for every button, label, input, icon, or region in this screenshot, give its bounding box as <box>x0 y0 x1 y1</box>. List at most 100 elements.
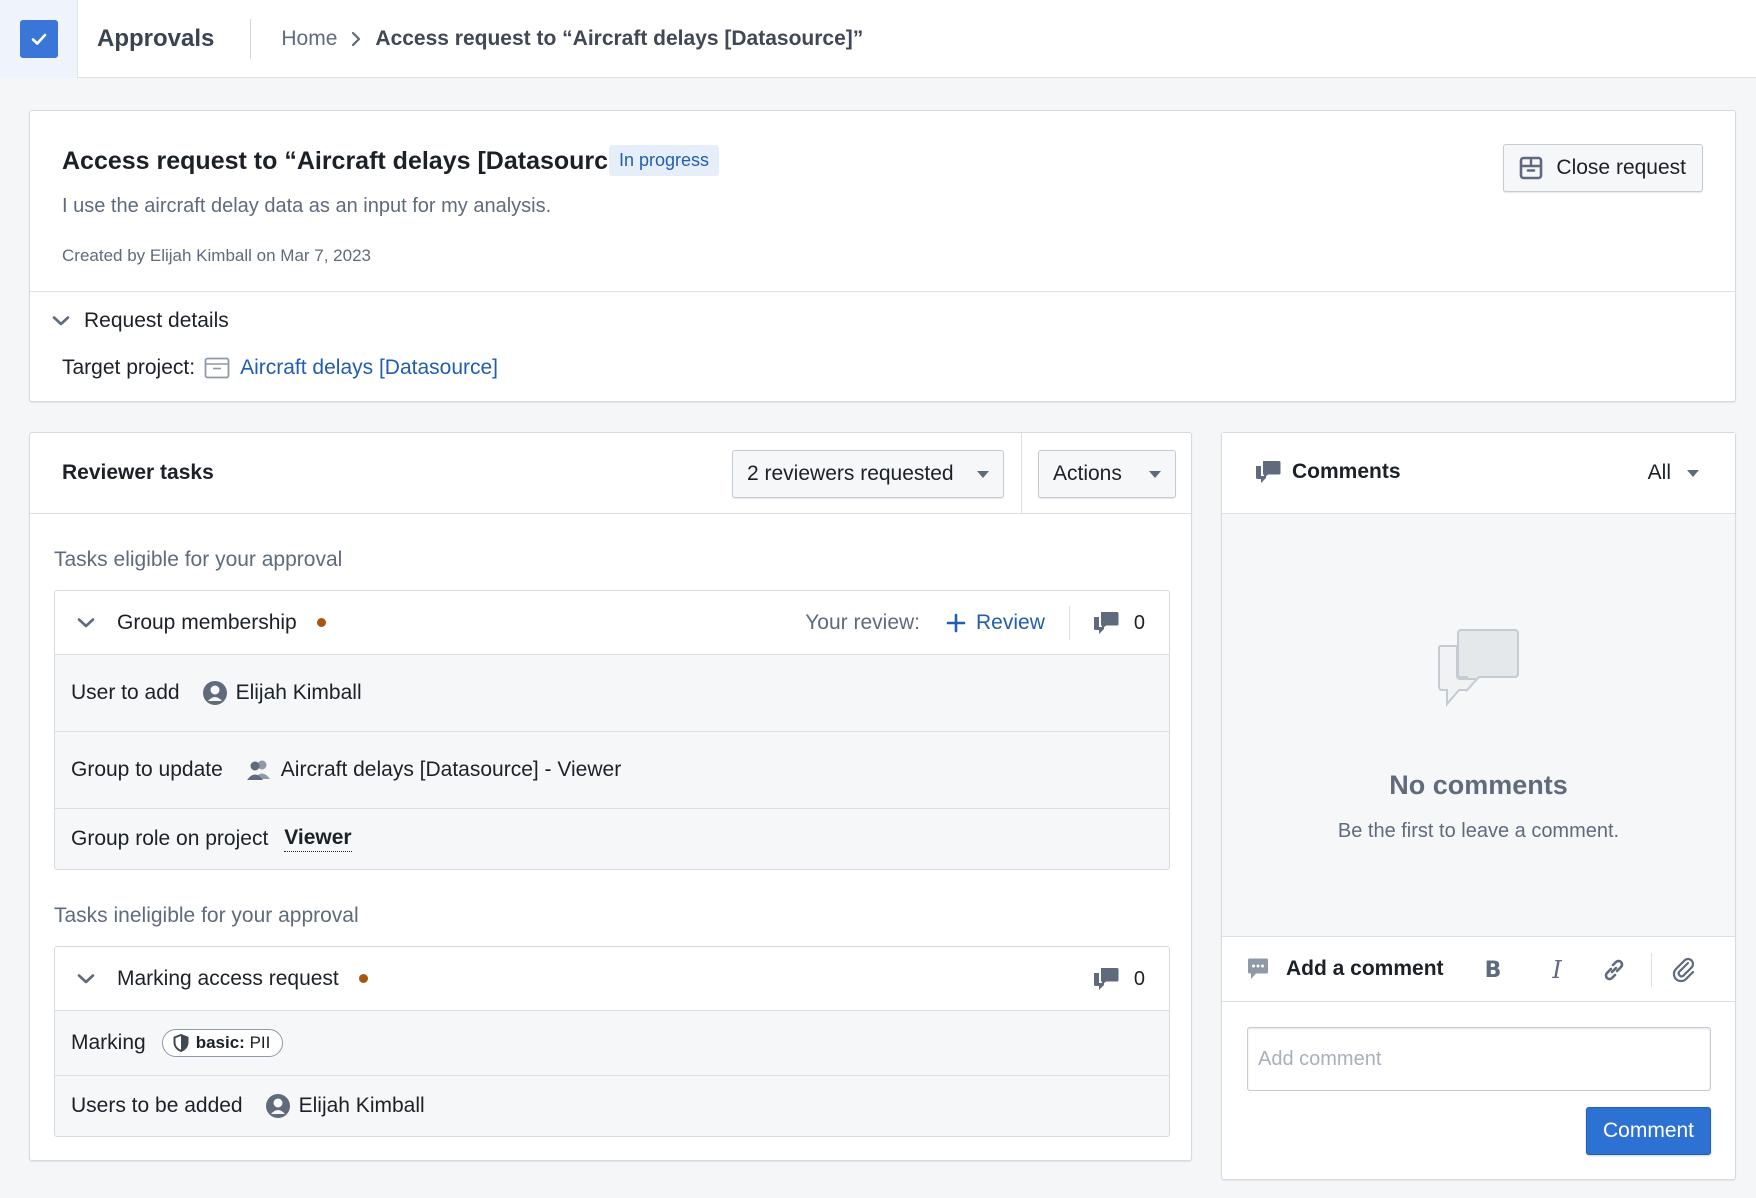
row-label: Marking <box>71 1031 146 1054</box>
target-project-link[interactable]: Aircraft delays [Datasource] <box>240 356 498 380</box>
reviewer-tasks-title: Reviewer tasks <box>62 461 214 484</box>
your-review-label: Your review: <box>805 611 921 634</box>
breadcrumb-home[interactable]: Home <box>281 27 337 51</box>
comment-input[interactable] <box>1247 1027 1711 1091</box>
row-label: Group role on project <box>71 827 269 850</box>
task-name: Marking access request <box>117 966 339 990</box>
italic-button[interactable]: I <box>1540 953 1574 987</box>
status-badge: In progress <box>609 145 720 176</box>
status-dot <box>358 974 368 983</box>
task-comments-button[interactable]: 0 <box>1092 966 1145 992</box>
actions-dropdown[interactable]: Actions <box>1038 450 1176 498</box>
app-title: Approvals <box>97 24 215 52</box>
comment-submit-button[interactable]: Comment <box>1586 1107 1711 1155</box>
breadcrumb-current: Access request to “Aircraft delays [Data… <box>375 26 864 50</box>
header-divider <box>1021 433 1022 514</box>
caret-down-icon <box>977 470 989 478</box>
link-icon <box>1604 959 1624 981</box>
divider <box>1068 606 1070 640</box>
caret-down-icon <box>1149 470 1161 478</box>
target-project-row: Target project: Aircraft delays [Datasou… <box>62 356 498 380</box>
comments-filter-dropdown[interactable]: All <box>1648 461 1699 485</box>
chevron-down-icon[interactable] <box>77 973 95 985</box>
marking-name: PII <box>244 1033 271 1052</box>
comments-card: Comments All No comments Be the first to… <box>1221 432 1736 1180</box>
divider <box>30 291 1735 292</box>
user-name: Elijah Kimball <box>235 681 362 704</box>
comments-filter-label: All <box>1647 461 1671 484</box>
link-button[interactable] <box>1597 953 1631 987</box>
chevron-down-icon <box>52 315 70 327</box>
comments-title-wrap: Comments <box>1254 459 1401 485</box>
reviewers-dropdown-label: 2 reviewers requested <box>747 462 954 485</box>
italic-icon: I <box>1552 956 1562 984</box>
bold-button[interactable]: B <box>1476 953 1510 987</box>
request-description: I use the aircraft delay data as an inpu… <box>62 195 552 217</box>
breadcrumb: Home Access request to “Aircraft delays … <box>281 27 863 51</box>
request-details-toggle[interactable]: Request details <box>52 309 229 333</box>
close-request-button[interactable]: Close request <box>1503 144 1703 192</box>
task-row-users-to-be-added: Users to be added Elijah Kimball <box>55 1076 1169 1136</box>
task-header: Group membership Your review: Review 0 <box>55 591 1169 655</box>
empty-subtitle: Be the first to leave a comment. <box>1337 820 1620 842</box>
task-row-group-to-update: Group to update Aircraft delays [Datasou… <box>55 732 1169 809</box>
comment-composer-toolbar: Add a comment B I <box>1222 937 1735 1002</box>
toolbar-divider <box>1651 953 1652 987</box>
task-comment-count: 0 <box>1133 967 1145 990</box>
bold-icon: B <box>1484 957 1502 983</box>
row-label: Group to update <box>71 758 223 781</box>
composer-title-wrap: Add a comment <box>1246 957 1444 981</box>
target-project-label: Target project: <box>62 356 196 379</box>
status-dot <box>316 618 326 627</box>
request-details-label: Request details <box>84 309 229 332</box>
row-value: Aircraft delays [Datasource] - Viewer <box>245 758 621 782</box>
comments-empty-icon <box>1437 628 1519 715</box>
actions-dropdown-label: Actions <box>1053 462 1122 485</box>
user-icon <box>265 1093 291 1119</box>
composer-title: Add a comment <box>1286 957 1444 980</box>
comments-icon <box>1092 966 1120 992</box>
reviewers-dropdown[interactable]: 2 reviewers requested <box>732 450 1004 498</box>
comments-icon <box>1254 459 1282 485</box>
task-row-marking: Marking basic: PII <box>55 1011 1169 1076</box>
comments-title: Comments <box>1292 460 1401 483</box>
close-request-label: Close request <box>1556 156 1686 179</box>
people-icon <box>245 759 273 781</box>
review-button[interactable]: Review <box>946 611 1045 635</box>
chevron-down-icon[interactable] <box>77 617 95 629</box>
marking-tag-label: basic: PII <box>196 1033 271 1053</box>
caret-down-icon <box>1687 469 1699 477</box>
task-actions: Your review: Review 0 <box>805 591 1145 655</box>
row-value: Elijah Kimball <box>202 680 362 706</box>
shield-icon <box>173 1034 189 1052</box>
marking-tag[interactable]: basic: PII <box>161 1029 284 1057</box>
checkbox-icon <box>19 19 58 58</box>
task-row-user-to-add: User to add Elijah Kimball <box>55 655 1169 732</box>
chevron-right-icon <box>351 31 361 47</box>
reviewer-tasks-header: Reviewer tasks 2 reviewers requested Act… <box>30 433 1191 514</box>
comments-icon <box>1092 610 1120 636</box>
request-card: Access request to “Aircraft delays [Data… <box>29 110 1736 402</box>
task-group-membership: Group membership Your review: Review 0 U… <box>54 590 1170 870</box>
row-value: Elijah Kimball <box>265 1093 425 1119</box>
task-comments-button[interactable]: 0 <box>1092 610 1145 636</box>
eligible-section-label: Tasks eligible for your approval <box>54 548 343 571</box>
attach-button[interactable] <box>1668 953 1702 987</box>
empty-title: No comments <box>1389 770 1568 800</box>
plus-icon <box>946 613 966 633</box>
task-name: Group membership <box>117 610 297 634</box>
task-header: Marking access request 0 <box>55 947 1169 1011</box>
role-value[interactable]: Viewer <box>284 826 352 852</box>
paperclip-icon <box>1672 957 1695 983</box>
group-name: Aircraft delays [Datasource] - Viewer <box>280 758 622 781</box>
request-meta: Created by Elijah Kimball on Mar 7, 2023 <box>62 246 371 265</box>
comments-header: Comments All <box>1222 433 1735 514</box>
reviewer-tasks-card: Reviewer tasks 2 reviewers requested Act… <box>29 432 1192 1161</box>
task-comment-count: 0 <box>1133 611 1145 634</box>
project-icon <box>204 357 230 379</box>
user-name: Elijah Kimball <box>298 1094 425 1117</box>
app-icon-container[interactable] <box>0 0 78 78</box>
task-marking-access-request: Marking access request 0 Marking basic: … <box>54 946 1170 1137</box>
user-icon <box>202 680 228 706</box>
review-button-label: Review <box>976 611 1045 634</box>
